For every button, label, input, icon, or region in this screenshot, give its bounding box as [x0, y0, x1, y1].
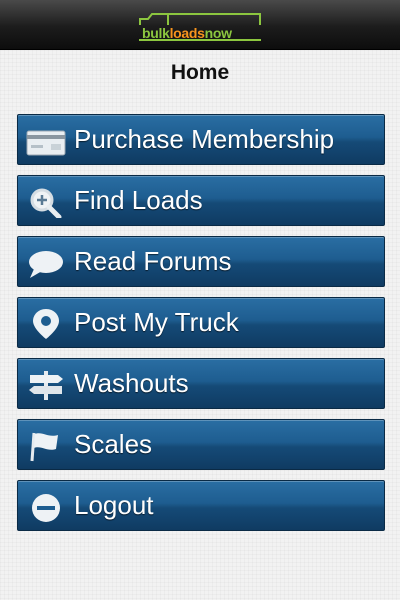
- menu-item-label: Read Forums: [74, 246, 232, 276]
- purchase-membership-button[interactable]: Purchase Membership: [17, 114, 385, 165]
- scales-button[interactable]: Scales: [17, 419, 385, 470]
- menu-item-label: Find Loads: [74, 185, 203, 215]
- post-my-truck-button[interactable]: Post My Truck: [17, 297, 385, 348]
- main-menu: Purchase Membership Find Loads Read Foru…: [17, 114, 385, 541]
- menu-item-label: Washouts: [74, 368, 189, 398]
- find-loads-button[interactable]: Find Loads: [17, 175, 385, 226]
- read-forums-button[interactable]: Read Forums: [17, 236, 385, 287]
- menu-item-label: Logout: [74, 490, 154, 520]
- logout-button[interactable]: Logout: [17, 480, 385, 531]
- logo-text-bulk: bulk: [142, 25, 170, 41]
- search-plus-icon: [30, 188, 62, 218]
- page-title: Home: [170, 61, 230, 84]
- minus-circle-icon: [32, 494, 60, 522]
- signpost-icon: [29, 371, 63, 400]
- logo-text: bulkloadsnow: [142, 26, 262, 40]
- flag-icon: [30, 432, 58, 462]
- bulkloadsnow-logo[interactable]: bulkloadsnow: [138, 13, 262, 41]
- menu-item-label: Scales: [74, 429, 153, 459]
- logo-text-loads: loads: [169, 25, 205, 41]
- header-bar: bulkloadsnow: [0, 0, 400, 50]
- speech-bubble-icon: [29, 251, 63, 278]
- map-pin-icon: [33, 309, 59, 339]
- menu-item-label: Post My Truck: [74, 307, 239, 337]
- logo-text-now: now: [204, 25, 232, 41]
- menu-item-label: Purchase Membership: [74, 124, 335, 154]
- credit-card-icon: [26, 130, 66, 156]
- washouts-button[interactable]: Washouts: [17, 358, 385, 409]
